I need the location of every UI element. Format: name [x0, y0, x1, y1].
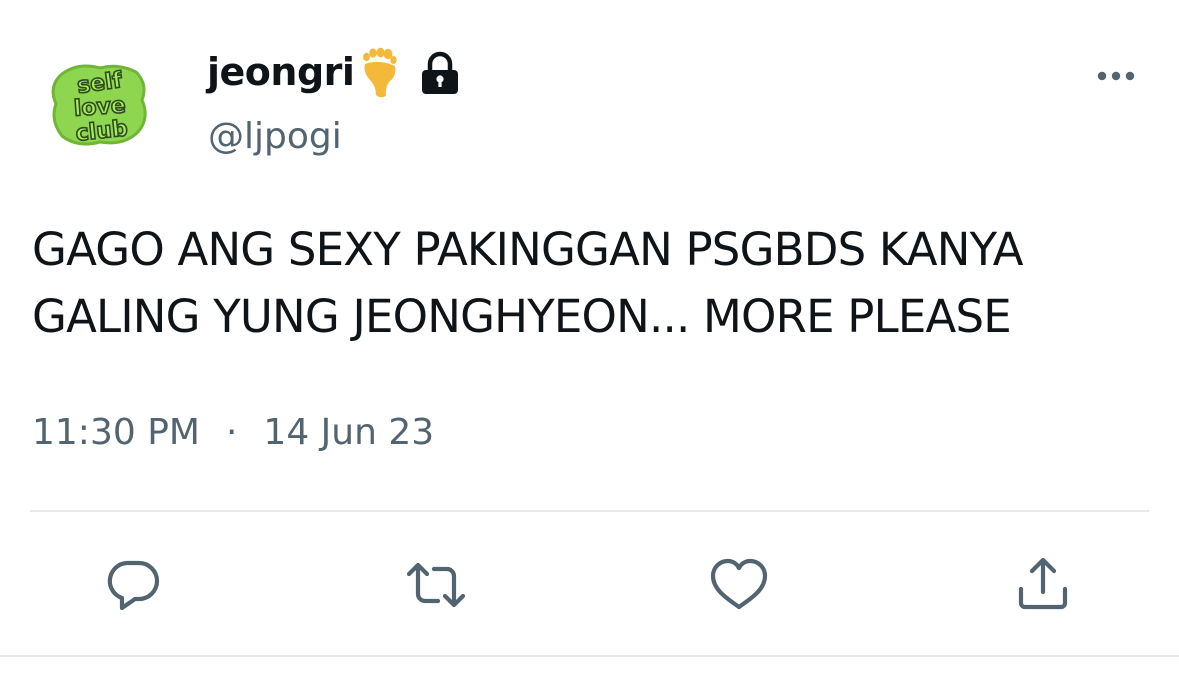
- share-icon: [1018, 557, 1068, 610]
- reply-button[interactable]: [101, 553, 165, 617]
- more-icon: [1097, 71, 1135, 81]
- retweet-icon: [406, 562, 466, 608]
- avatar[interactable]: self love club: [48, 60, 152, 150]
- more-options-button[interactable]: [1092, 62, 1140, 90]
- tweet-text: GAGO ANG SEXY PAKINGGAN PSGBDS KANYA GAL…: [32, 223, 1024, 343]
- bottom-divider: [0, 655, 1179, 657]
- reply-icon: [107, 560, 160, 611]
- lock-icon: [422, 51, 459, 94]
- like-icon: [710, 558, 768, 610]
- tweet-date: 14 Jun 23: [263, 412, 435, 453]
- display-name[interactable]: jeongri: [207, 50, 355, 94]
- tweet-timestamp[interactable]: 11:30 PM · 14 Jun 23: [32, 412, 434, 453]
- meta-separator: ·: [225, 412, 238, 453]
- user-handle[interactable]: @ljpogi: [208, 116, 342, 157]
- author-name-row: jeongri: [207, 42, 460, 102]
- share-button[interactable]: [1011, 553, 1075, 617]
- self-love-club-logo-icon: self love club: [51, 64, 147, 147]
- divider: [30, 510, 1149, 512]
- foot-icon: [363, 47, 398, 98]
- retweet-button[interactable]: [404, 553, 468, 617]
- like-button[interactable]: [707, 553, 771, 617]
- tweet-time: 11:30 PM: [32, 412, 200, 453]
